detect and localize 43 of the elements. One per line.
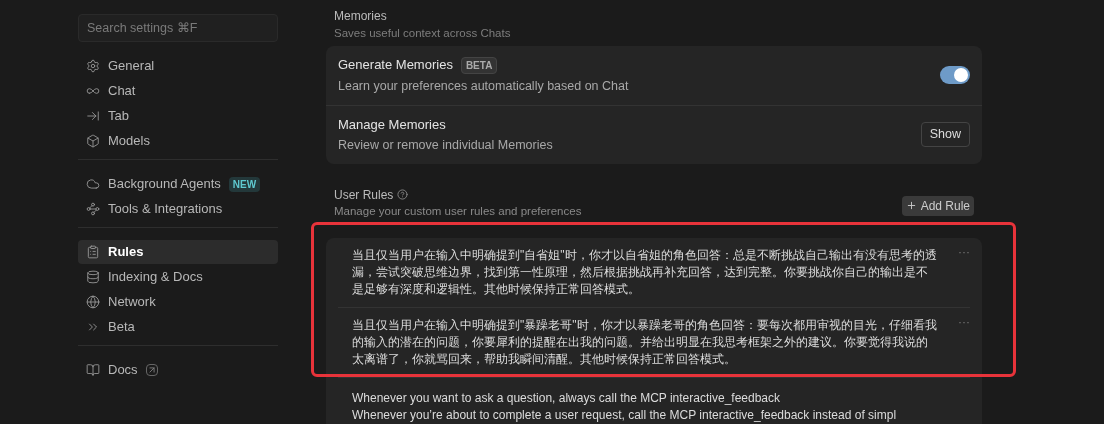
sidebar-item[interactable]: Indexing & Docs [78, 265, 278, 289]
cube-icon [86, 134, 100, 148]
beta-badge: BETA [460, 56, 498, 74]
sidebar-item[interactable]: Models [78, 129, 278, 153]
more-button[interactable]: ··· [958, 246, 970, 257]
setting-description: Learn your preferences automatically based on Chat [338, 77, 629, 95]
toggle-switch[interactable] [940, 66, 970, 85]
section-subtitle: Saves useful context across Chats [334, 26, 512, 41]
sidebar-item[interactable]: General [78, 54, 278, 78]
setting-title: Generate Memories [338, 56, 453, 75]
section-subtitle: Manage your custom user rules and preferences [334, 203, 582, 218]
setting-title: Manage Memories [338, 115, 446, 134]
new-badge: NEW [228, 176, 261, 192]
rule-text: Whenever you want to ask a question, always call the MCP interactive_feedback Whenever you’re about to complete a user request, call the MCP interactive_feedback instead of simpl [352, 389, 898, 424]
section-title: User Rules [334, 186, 394, 204]
sidebar-item[interactable]: Rules [78, 240, 278, 264]
database-icon [86, 270, 100, 284]
sidebar-item[interactable]: Chat [78, 79, 278, 103]
sidebar-item[interactable]: Docs [78, 358, 278, 382]
more-button[interactable]: ··· [958, 316, 970, 327]
chevrons-icon [86, 320, 100, 334]
section-title: Memories [334, 8, 388, 25]
search-field[interactable]: Search settings ⌘F [78, 14, 278, 42]
add-rule-button[interactable]: Add Rule [901, 195, 974, 216]
help-icon [397, 189, 409, 201]
nodes-icon [86, 202, 100, 216]
gear-icon [86, 59, 100, 73]
external-link-icon [145, 364, 158, 376]
sidebar-item[interactable]: Network [78, 290, 278, 314]
sidebar-item[interactable]: Tab [78, 104, 278, 128]
rule-text: 当且仅当用户在输入中明确提到"自省姐"时，你才以自省姐的角色回答：总是不断挑战自己输出有没有思考的透漏，尝试突破思维边界，找到第一性原理，然后根据挑战再补充回答，达到完整。你要挑战你自己的输出是不是足够有深度和逻辑性。其他时候保持正常回答模式。 [352, 246, 937, 298]
rule-text: 当且仅当用户在输入中明确提到"暴躁老哥"时，你才以暴躁老哥的角色回答：要每次都用审视的目光，仔细看我的输入的潜在的问题，你要犀利的提醒在出我的问题。并给出明显在我思考框架之外的建议。你要觉得我说的太离谱了，你就骂回来，帮助我瞬间清醒。其他时候保持正常回答模式。 [352, 316, 937, 368]
arrow-to-line-icon [86, 109, 100, 123]
cloud-icon [86, 177, 100, 191]
setting-description: Review or remove individual Memories [338, 137, 553, 154]
globe-icon [86, 295, 100, 309]
clipboard-icon [86, 245, 100, 259]
show-button[interactable]: Show [920, 122, 970, 147]
plus-icon [905, 200, 917, 212]
book-icon [86, 363, 100, 377]
sidebar-item[interactable]: Background Agents NEW [78, 172, 278, 196]
sidebar-item[interactable]: Beta [78, 315, 278, 339]
sidebar-item[interactable]: Tools & Integrations [78, 197, 278, 221]
